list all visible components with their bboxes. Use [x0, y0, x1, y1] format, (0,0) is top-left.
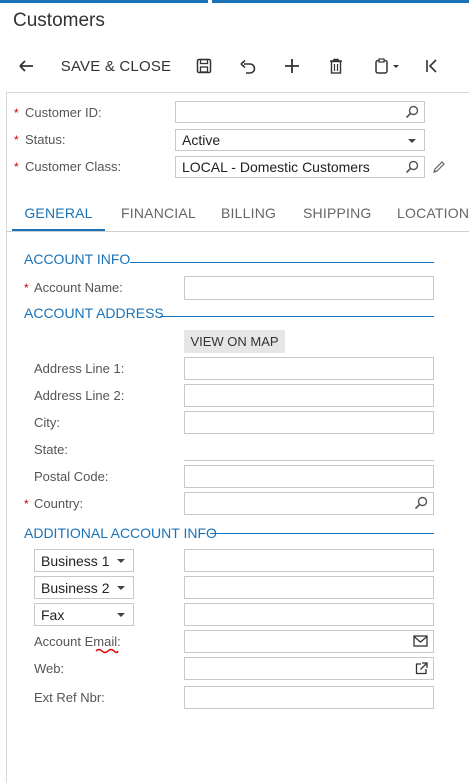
external-link-icon[interactable] — [415, 662, 428, 675]
undo-icon — [240, 59, 256, 74]
account-name-input[interactable] — [184, 276, 434, 300]
address-line2-input[interactable] — [184, 384, 434, 407]
delete-button[interactable] — [322, 50, 350, 82]
phone1-type-value: Business 1 — [41, 552, 110, 569]
phone2-type-select[interactable]: Business 2 — [34, 576, 134, 599]
copy-paste-menu-button[interactable] — [366, 50, 408, 82]
postal-code-input[interactable] — [184, 465, 434, 488]
state-label: State: — [34, 442, 68, 457]
country-label: Country: — [34, 496, 84, 511]
phone3-type-select[interactable]: Fax — [34, 603, 134, 626]
trash-icon — [330, 58, 342, 74]
ext-ref-nbr-label: Ext Ref Nbr: — [34, 690, 105, 705]
tab-bar: GENERAL FINANCIAL BILLING SHIPPING LOCAT… — [6, 197, 469, 232]
required-marker: * — [14, 160, 19, 174]
section-account-address-title: ACCOUNT ADDRESS — [24, 305, 164, 321]
city-label: City: — [34, 415, 60, 430]
search-icon[interactable] — [405, 105, 419, 119]
section-account-info-title: ACCOUNT INFO — [24, 251, 131, 267]
ext-ref-nbr-input[interactable] — [184, 686, 434, 709]
customer-id-input[interactable] — [175, 101, 425, 123]
status-select[interactable]: Active — [175, 129, 425, 151]
phone2-type-value: Business 2 — [41, 579, 110, 596]
postal-code-label: Postal Code: — [34, 469, 109, 484]
required-marker: * — [14, 133, 19, 147]
view-on-map-button[interactable]: VIEW ON MAP — [184, 330, 285, 353]
section-divider — [160, 316, 434, 317]
customer-class-value: LOCAL - Domestic Customers — [182, 159, 370, 175]
arrow-left-icon — [19, 60, 33, 72]
top-accent-bar — [0, 0, 469, 3]
first-record-icon — [426, 59, 437, 73]
save-button[interactable] — [190, 50, 218, 82]
tab-locations[interactable]: LOCATIONS — [397, 197, 469, 229]
status-value: Active — [182, 132, 221, 148]
phone1-type-select[interactable]: Business 1 — [34, 549, 134, 572]
chevron-down-icon — [408, 139, 416, 143]
account-name-label: Account Name: — [34, 280, 123, 295]
web-label: Web: — [34, 661, 65, 676]
customer-class-label: Customer Class: — [25, 159, 122, 174]
city-input[interactable] — [184, 411, 434, 434]
address-line2-label: Address Line 2: — [34, 388, 125, 403]
phone3-type-value: Fax — [41, 606, 65, 623]
customer-class-input[interactable]: LOCAL - Domestic Customers — [175, 156, 425, 178]
state-input[interactable] — [184, 460, 434, 461]
plus-icon — [285, 59, 299, 73]
top-accent-gap — [208, 0, 212, 3]
clipboard-icon — [375, 58, 399, 74]
chevron-down-icon — [117, 586, 125, 590]
required-marker: * — [24, 497, 29, 511]
pencil-edit-icon[interactable] — [432, 160, 446, 174]
web-input[interactable] — [184, 657, 434, 680]
search-icon[interactable] — [405, 160, 419, 174]
status-label: Status: — [25, 132, 66, 147]
account-email-input[interactable] — [184, 630, 434, 653]
required-marker: * — [24, 281, 29, 295]
envelope-icon[interactable] — [413, 635, 428, 647]
spellcheck-underline — [95, 648, 119, 654]
customer-id-label: Customer ID: — [25, 105, 102, 120]
chevron-down-icon — [117, 613, 125, 617]
tab-financial[interactable]: FINANCIAL — [121, 197, 196, 229]
back-button[interactable] — [12, 50, 40, 82]
section-divider — [130, 262, 434, 263]
tab-shipping[interactable]: SHIPPING — [303, 197, 372, 229]
first-record-button[interactable] — [418, 50, 446, 82]
address-line1-input[interactable] — [184, 357, 434, 380]
section-additional-info-title: ADDITIONAL ACCOUNT INFO — [24, 525, 217, 541]
chevron-down-icon — [117, 559, 125, 563]
country-input[interactable] — [184, 492, 434, 515]
tab-general[interactable]: GENERAL — [12, 197, 105, 231]
required-marker: * — [14, 106, 19, 120]
account-email-label: Account Email: — [34, 634, 121, 649]
tab-billing[interactable]: BILLING — [221, 197, 276, 229]
phone1-input[interactable] — [184, 549, 434, 572]
search-icon[interactable] — [414, 496, 428, 510]
undo-button[interactable] — [234, 50, 262, 82]
fax-input[interactable] — [184, 603, 434, 626]
page-title: Customers — [13, 10, 105, 31]
floppy-icon — [196, 58, 212, 74]
toolbar: SAVE & CLOSE — [0, 50, 469, 82]
add-button[interactable] — [278, 50, 306, 82]
address-line1-label: Address Line 1: — [34, 361, 125, 376]
phone2-input[interactable] — [184, 576, 434, 599]
section-divider — [210, 533, 434, 534]
save-close-button[interactable]: SAVE & CLOSE — [58, 50, 174, 82]
